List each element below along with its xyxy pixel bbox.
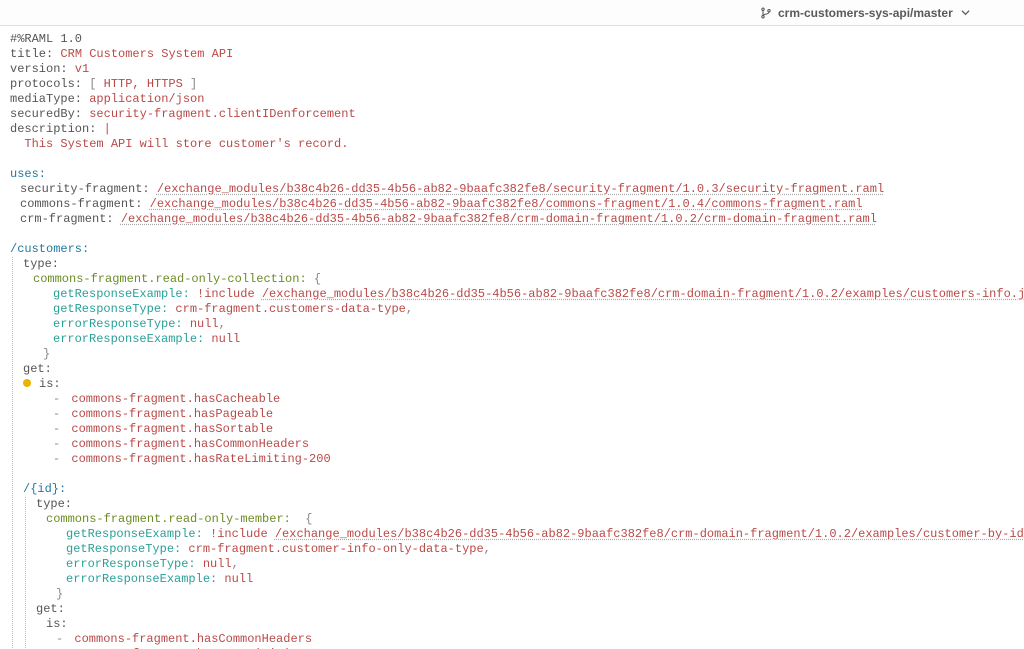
trait-commonheaders-id: commons-fragment.hasCommonHeaders: [74, 632, 312, 646]
link-customer-by-id-example[interactable]: /exchange_modules/b38c4b26-dd35-4b56-ab8…: [275, 527, 1024, 541]
key-get-id: get:: [36, 602, 65, 616]
key-getResponseType: getResponseType:: [53, 302, 168, 316]
key-getResponseExample: getResponseExample:: [53, 287, 190, 301]
raml-editor[interactable]: #%RAML 1.0 title: CRM Customers System A…: [0, 26, 1024, 649]
trait-sortable: commons-fragment.hasSortable: [71, 422, 273, 436]
git-branch-label: crm-customers-sys-api/master: [778, 6, 953, 20]
uses-security-k: security-fragment:: [20, 182, 157, 196]
key-securedby: securedBy:: [10, 107, 82, 121]
key-get: get:: [23, 362, 52, 376]
resource-customers: /customers:: [10, 242, 89, 256]
type-read-only-collection: commons-fragment.read-only-collection:: [33, 272, 307, 286]
val-description: This System API will store customer's re…: [10, 137, 348, 151]
uses-crm-link[interactable]: /exchange_modules/b38c4b26-dd35-4b56-ab8…: [121, 212, 877, 226]
key-errorResponseExample: errorResponseExample:: [53, 332, 204, 346]
val-getResponseType-id: crm-fragment.customer-info-only-data-typ…: [181, 542, 483, 556]
customers-block: type: commons-fragment.read-only-collect…: [12, 257, 1024, 649]
uses-security-link[interactable]: /exchange_modules/b38c4b26-dd35-4b56-ab8…: [157, 182, 884, 196]
type-read-only-member: commons-fragment.read-only-member:: [46, 512, 298, 526]
key-type-id: type:: [36, 497, 72, 511]
key-errorResponseType: errorResponseType:: [53, 317, 183, 331]
editor-topbar: crm-customers-sys-api/master: [0, 0, 1024, 26]
key-description: description:: [10, 122, 96, 136]
git-branch-selector[interactable]: crm-customers-sys-api/master: [760, 6, 970, 20]
warning-marker-icon[interactable]: [23, 379, 31, 387]
key-mediatype: mediaType:: [10, 92, 82, 106]
uses-crm-k: crm-fragment:: [20, 212, 121, 226]
resource-id: /{id}:: [23, 482, 66, 496]
id-block: type: commons-fragment.read-only-member:…: [25, 497, 1024, 649]
chevron-down-icon: [961, 8, 970, 17]
raml-shebang: #%RAML 1.0: [10, 32, 82, 46]
val-title: CRM Customers System API: [53, 47, 233, 61]
key-type: type:: [23, 257, 59, 271]
val-protocols: HTTP, HTTPS: [104, 77, 183, 91]
trait-commonheaders: commons-fragment.hasCommonHeaders: [71, 437, 309, 451]
trait-ratelimiting: commons-fragment.hasRateLimiting-200: [71, 452, 330, 466]
val-version: v1: [68, 62, 90, 76]
uses-commons-link[interactable]: /exchange_modules/b38c4b26-dd35-4b56-ab8…: [150, 197, 863, 211]
trait-pageable: commons-fragment.hasPageable: [71, 407, 273, 421]
trait-cacheable: commons-fragment.hasCacheable: [71, 392, 280, 406]
uses-commons-k: commons-fragment:: [20, 197, 150, 211]
key-protocols: protocols:: [10, 77, 82, 91]
link-customers-example[interactable]: /exchange_modules/b38c4b26-dd35-4b56-ab8…: [262, 287, 1024, 301]
key-title: title:: [10, 47, 53, 61]
key-is: is:: [35, 377, 61, 391]
val-getResponseType: crm-fragment.customers-data-type: [168, 302, 406, 316]
git-branch-icon: [760, 7, 772, 19]
val-mediatype: application/json: [82, 92, 204, 106]
key-is-id: is:: [46, 617, 68, 631]
key-version: version:: [10, 62, 68, 76]
key-uses: uses:: [10, 167, 46, 181]
val-securedby: security-fragment.clientIDenforcement: [82, 107, 356, 121]
